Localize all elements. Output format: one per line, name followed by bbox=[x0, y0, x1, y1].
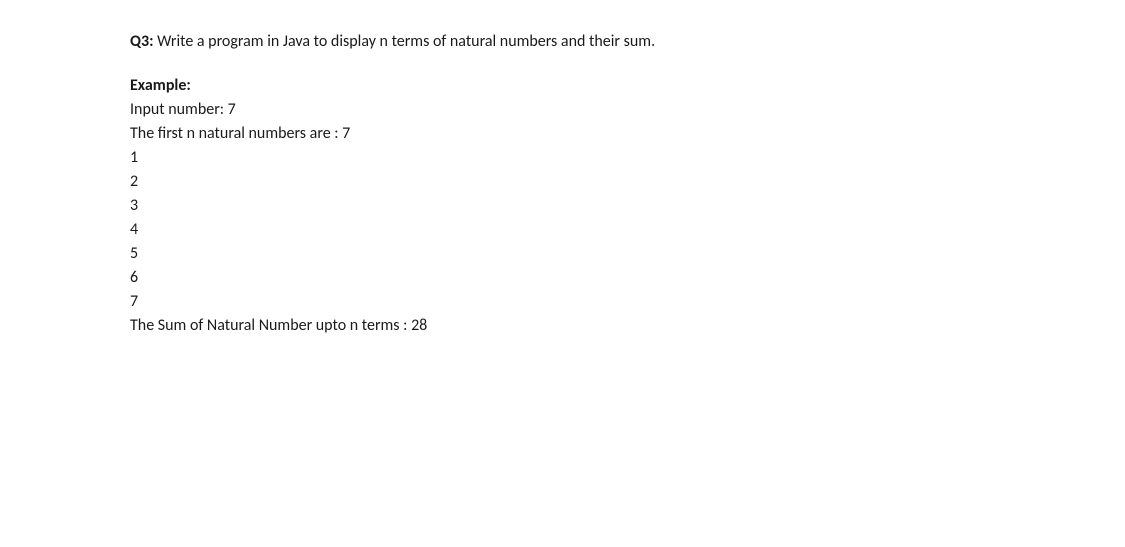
number-line: 4 bbox=[130, 218, 995, 242]
question-label: Q3: bbox=[130, 32, 154, 51]
number-line: 5 bbox=[130, 242, 995, 266]
question-text: Write a program in Java to display n ter… bbox=[154, 32, 656, 51]
number-line: 6 bbox=[130, 266, 995, 290]
input-line: Input number: 7 bbox=[130, 98, 995, 122]
number-line: 2 bbox=[130, 170, 995, 194]
question-line: Q3: Write a program in Java to display n… bbox=[130, 30, 995, 54]
sum-line: The Sum of Natural Number upto n terms :… bbox=[130, 314, 995, 338]
header-line: The first n natural numbers are : 7 bbox=[130, 122, 995, 146]
number-line: 1 bbox=[130, 146, 995, 170]
example-label: Example: bbox=[130, 74, 995, 98]
number-line: 7 bbox=[130, 290, 995, 314]
number-line: 3 bbox=[130, 194, 995, 218]
